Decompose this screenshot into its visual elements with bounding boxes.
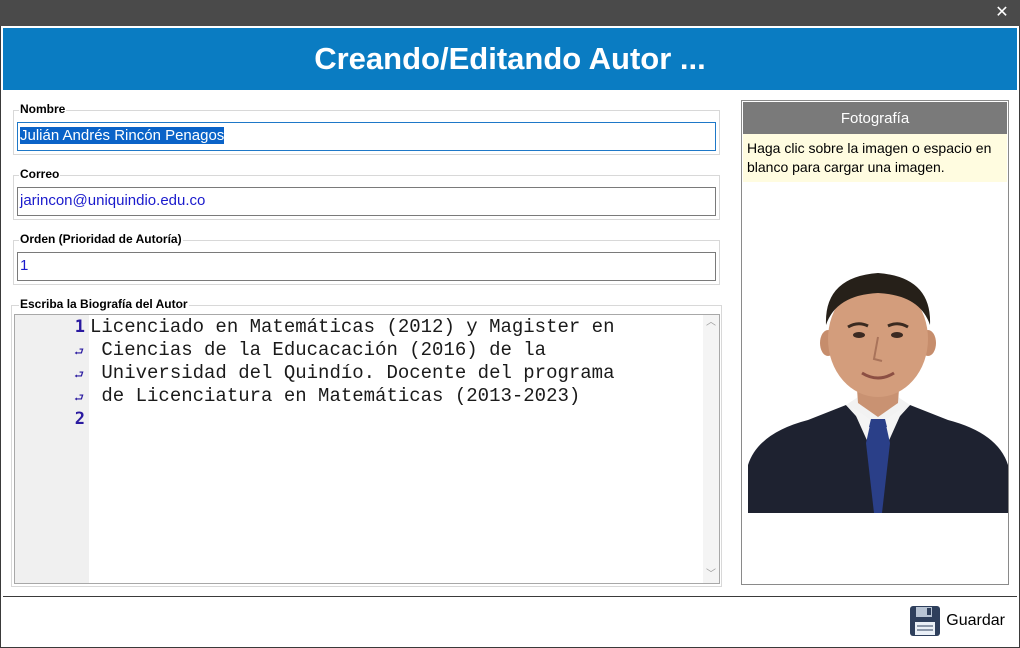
vertical-scrollbar[interactable]: ︿ ﹀: [703, 315, 719, 583]
wrap-icon: ⮐: [74, 345, 84, 358]
line-number-gutter: 1 ⮐ ⮐ ⮐ 2: [15, 315, 89, 583]
wrap-icon: ⮐: [74, 368, 84, 381]
nombre-value: Julián Andrés Rincón Penagos: [20, 127, 225, 144]
code-line: de Licenciatura en Matemáticas (2013-202…: [90, 385, 581, 407]
title-bar: ✕: [0, 0, 1020, 26]
save-button[interactable]: Guardar: [908, 603, 1005, 639]
code-line: Licenciado en Matemáticas (2012) y Magis…: [90, 316, 615, 338]
floppy-disk-icon: [910, 606, 941, 636]
line-number: 2: [74, 409, 85, 429]
scroll-up-icon[interactable]: ︿: [703, 315, 719, 331]
dialog-window: Creando/Editando Autor ... Nombre Julián…: [0, 26, 1020, 648]
correo-label: Correo: [19, 167, 61, 181]
photo-title: Fotografía: [743, 102, 1007, 134]
footer-separator: [3, 596, 1017, 597]
photo-hint: Haga clic sobre la imagen o espacio en b…: [743, 134, 1007, 182]
dialog-title: Creando/Editando Autor ...: [314, 41, 706, 76]
correo-field[interactable]: jarincon@uniquindio.edu.co: [17, 187, 716, 216]
close-icon[interactable]: ✕: [992, 3, 1012, 23]
biografia-editor[interactable]: 1 ⮐ ⮐ ⮐ 2 Licenciado en Matemáticas (201…: [14, 314, 720, 584]
biografia-label: Escriba la Biografía del Autor: [19, 297, 189, 311]
code-line: Ciencias de la Educacación (2016) de la: [90, 339, 547, 361]
orden-field[interactable]: 1: [17, 252, 716, 281]
wrap-icon: ⮐: [74, 391, 84, 404]
scroll-down-icon[interactable]: ﹀: [703, 567, 719, 583]
orden-label: Orden (Prioridad de Autoría): [19, 232, 183, 246]
save-label: Guardar: [946, 612, 1005, 629]
dialog-header: Creando/Editando Autor ...: [3, 28, 1017, 90]
author-photo[interactable]: [748, 265, 1008, 513]
nombre-field[interactable]: Julián Andrés Rincón Penagos: [17, 122, 716, 151]
line-number: 1: [74, 317, 85, 337]
nombre-label: Nombre: [19, 102, 67, 116]
photo-panel[interactable]: Fotografía Haga clic sobre la imagen o e…: [741, 100, 1009, 585]
code-line: Universidad del Quindío. Docente del pro…: [90, 362, 615, 384]
